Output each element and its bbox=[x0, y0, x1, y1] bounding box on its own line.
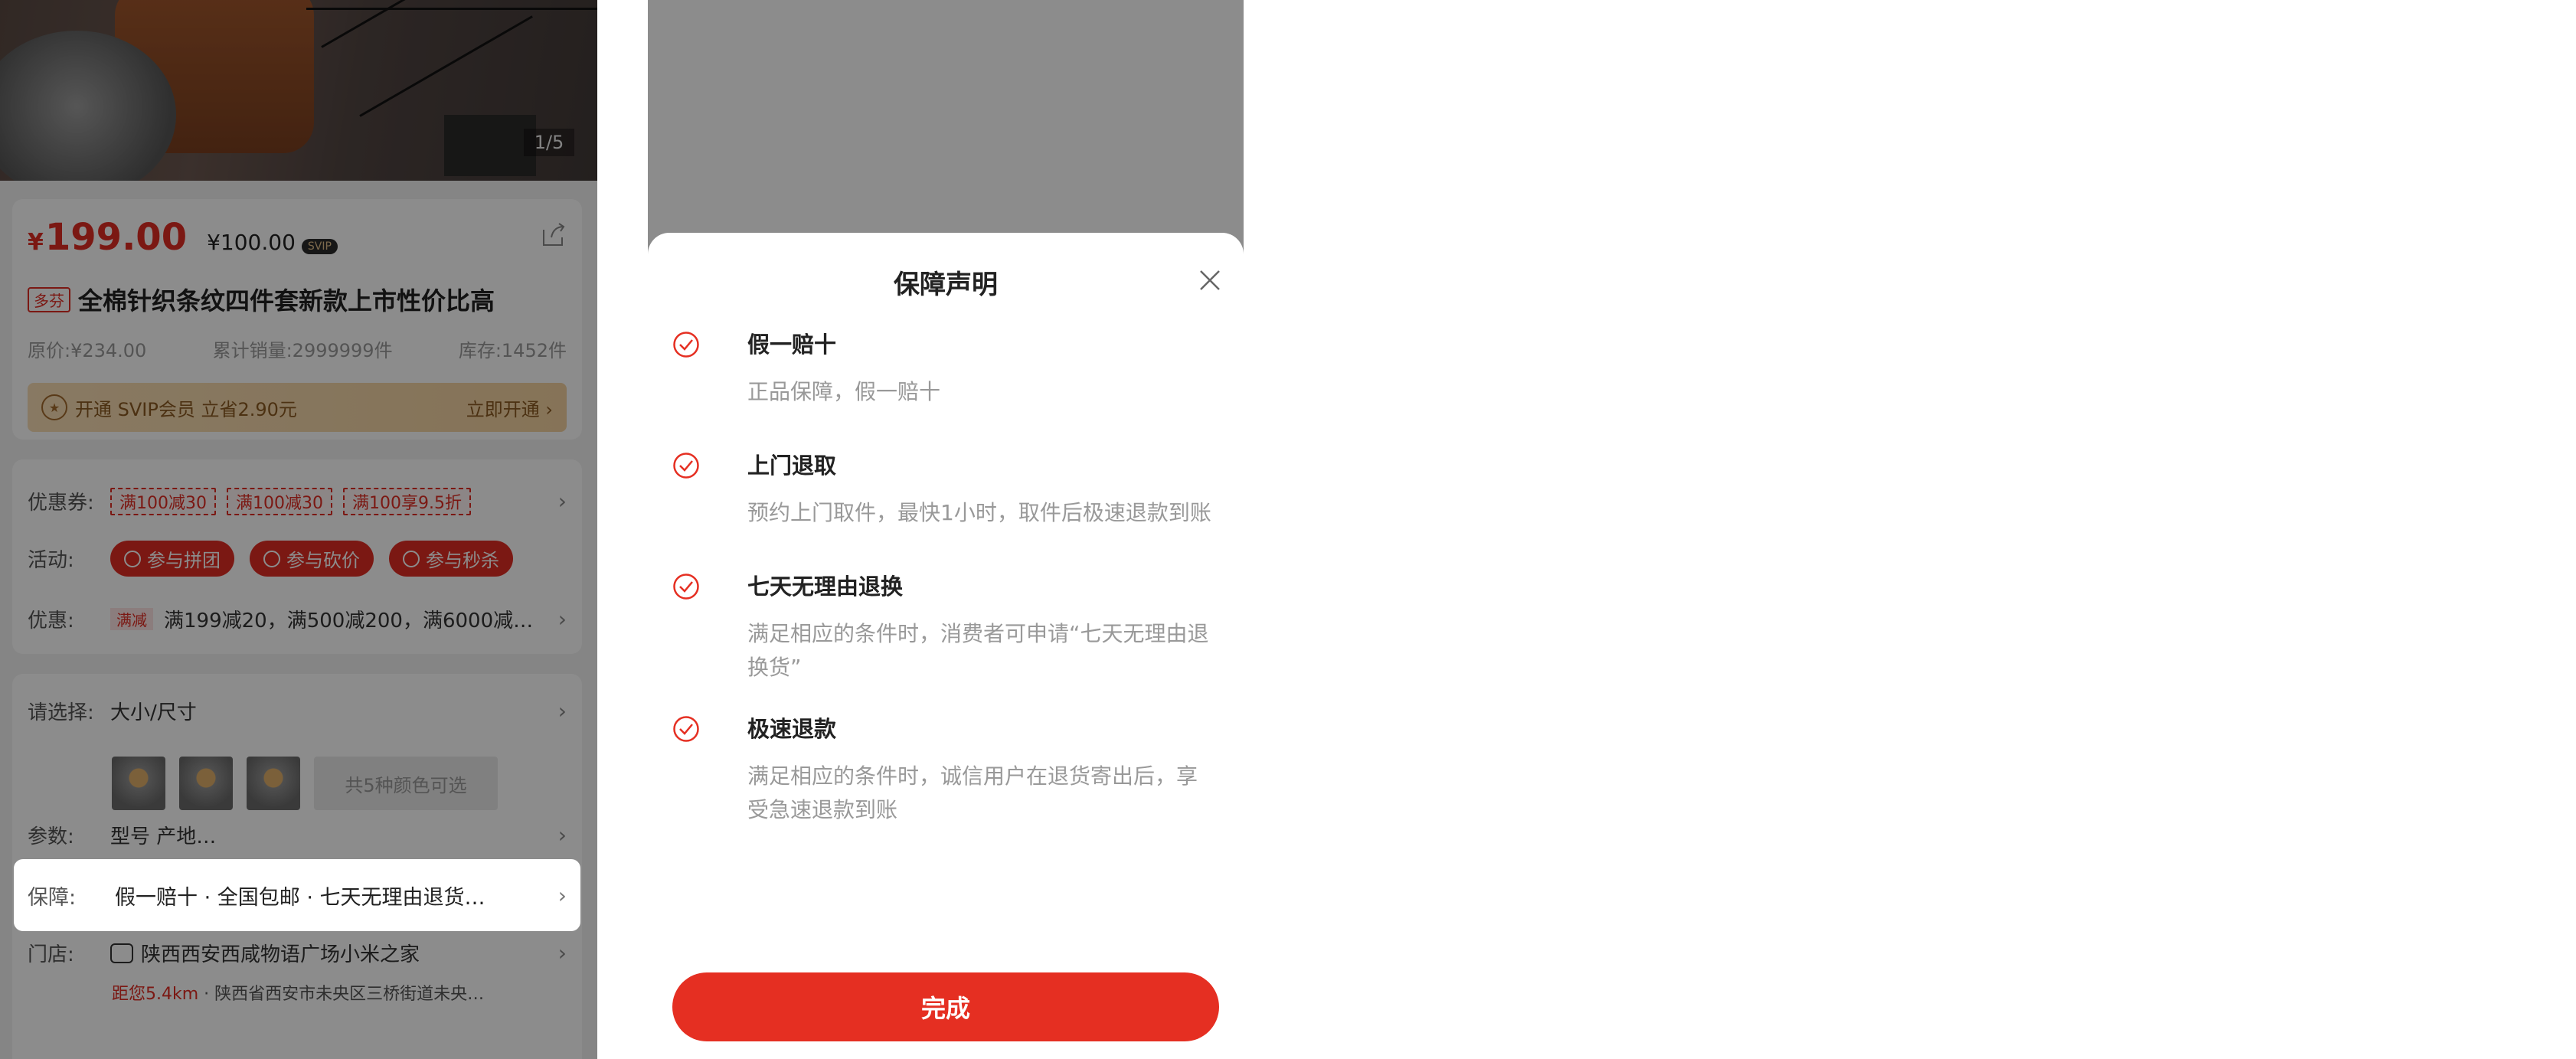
product-detail-page: 1/5 ¥ 199.00 ¥100.00 SVIP 多芬 全棉针织条纹四件套新款… bbox=[0, 0, 597, 1059]
guarantee-item: 七天无理由退换 满足相应的条件时，消费者可申请“七天无理由退换货” bbox=[672, 573, 1213, 688]
check-circle-icon bbox=[673, 453, 699, 479]
guarantee-item-desc: 预约上门取件，最快1小时，取件后极速退款到账 bbox=[747, 500, 1211, 525]
guarantee-modal-screen: 保障声明 假一赔十 正品保障，假一赔十 上门退取 预约上门取件，最快1小时，取件… bbox=[648, 0, 1244, 1059]
check-circle-icon bbox=[673, 716, 699, 742]
chevron-right-icon: › bbox=[557, 882, 567, 908]
close-icon[interactable] bbox=[1196, 266, 1224, 294]
done-button[interactable]: 完成 bbox=[672, 972, 1219, 1041]
check-circle-icon bbox=[673, 574, 699, 600]
sheet-title: 保障声明 bbox=[894, 270, 998, 300]
guarantee-item-desc: 正品保障，假一赔十 bbox=[747, 379, 941, 404]
guarantee-item-title: 假一赔十 bbox=[747, 332, 837, 358]
guarantee-row[interactable]: 保障: 假一赔十 · 全国包邮 · 七天无理由退货… › bbox=[14, 859, 580, 931]
guarantee-item-title: 上门退取 bbox=[747, 453, 837, 479]
guarantee-item-title: 七天无理由退换 bbox=[747, 574, 904, 600]
guarantee-item: 极速退款 满足相应的条件时，诚信用户在退货寄出后，享受急速退款到账 bbox=[672, 715, 1213, 830]
guarantee-item-title: 极速退款 bbox=[747, 716, 837, 742]
guarantee-item-desc: 满足相应的条件时，消费者可申请“七天无理由退换货” bbox=[747, 621, 1209, 680]
guarantee-item: 假一赔十 正品保障，假一赔十 bbox=[672, 331, 1213, 423]
guarantee-value: 假一赔十 · 全国包邮 · 七天无理由退货… bbox=[115, 885, 485, 910]
guarantee-item-desc: 满足相应的条件时，诚信用户在退货寄出后，享受急速退款到账 bbox=[747, 763, 1198, 822]
guarantee-label: 保障: bbox=[28, 885, 77, 910]
check-circle-icon bbox=[673, 332, 699, 358]
guarantee-item: 上门退取 预约上门取件，最快1小时，取件后极速退款到账 bbox=[672, 452, 1213, 544]
guarantee-bottom-sheet: 保障声明 假一赔十 正品保障，假一赔十 上门退取 预约上门取件，最快1小时，取件… bbox=[648, 233, 1244, 1059]
